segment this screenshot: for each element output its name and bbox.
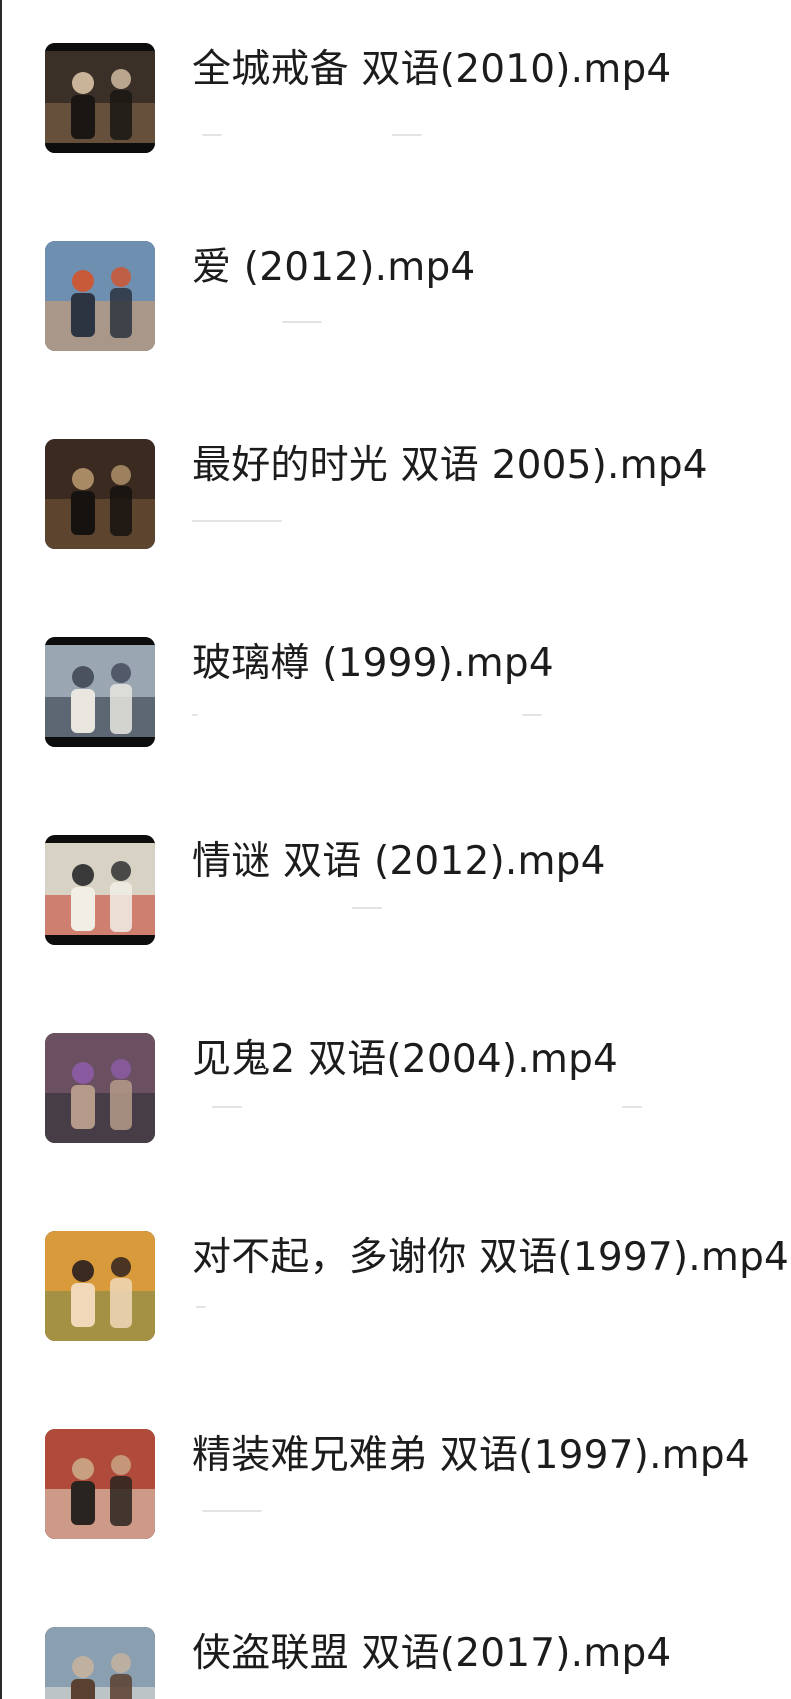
file-name: 情谜 双语 (2012).mp4 xyxy=(192,839,606,884)
video-thumbnail[interactable] xyxy=(45,1033,155,1143)
file-meta xyxy=(192,321,442,324)
file-meta xyxy=(192,1306,442,1309)
file-meta xyxy=(192,714,542,717)
file-row[interactable]: 情谜 双语 (2012).mp4 xyxy=(0,817,791,957)
file-row[interactable]: 全城戒备 双语(2010).mp4 xyxy=(0,25,791,165)
video-thumbnail[interactable] xyxy=(45,637,155,747)
video-thumbnail[interactable] xyxy=(45,835,155,945)
thumbnail-image xyxy=(45,1429,155,1539)
file-row[interactable]: 见鬼2 双语(2004).mp4 xyxy=(0,1015,791,1155)
thumbnail-image xyxy=(45,835,155,945)
thumbnail-image xyxy=(45,1231,155,1341)
file-name: 爱 (2012).mp4 xyxy=(192,245,476,290)
file-name: 侠盗联盟 双语(2017).mp4 xyxy=(192,1631,672,1676)
file-name: 精装难兄难弟 双语(1997).mp4 xyxy=(192,1433,750,1478)
video-thumbnail[interactable] xyxy=(45,1429,155,1539)
thumbnail-image xyxy=(45,637,155,747)
file-row[interactable]: 精装难兄难弟 双语(1997).mp4 xyxy=(0,1411,791,1551)
file-name: 见鬼2 双语(2004).mp4 xyxy=(192,1037,619,1082)
thumbnail-image xyxy=(45,1627,155,1699)
file-meta xyxy=(192,1510,442,1513)
file-row[interactable]: 侠盗联盟 双语(2017).mp4 xyxy=(0,1609,791,1699)
video-thumbnail[interactable] xyxy=(45,1627,155,1699)
file-name: 对不起，多谢你 双语(1997).mp4 xyxy=(192,1235,790,1280)
file-name: 全城戒备 双语(2010).mp4 xyxy=(192,47,672,92)
video-thumbnail[interactable] xyxy=(45,241,155,351)
video-thumbnail[interactable] xyxy=(45,43,155,153)
file-row[interactable]: 爱 (2012).mp4 xyxy=(0,223,791,363)
file-name: 最好的时光 双语 2005).mp4 xyxy=(192,443,708,488)
file-row[interactable]: 对不起，多谢你 双语(1997).mp4 xyxy=(0,1213,791,1353)
file-meta xyxy=(192,520,442,523)
file-row[interactable]: 最好的时光 双语 2005).mp4 xyxy=(0,421,791,561)
video-thumbnail[interactable] xyxy=(45,439,155,549)
file-meta xyxy=(192,1106,642,1109)
video-thumbnail[interactable] xyxy=(45,1231,155,1341)
file-meta xyxy=(192,907,442,910)
thumbnail-image xyxy=(45,241,155,351)
thumbnail-image xyxy=(45,43,155,153)
file-meta xyxy=(192,134,442,137)
file-name: 玻璃樽 (1999).mp4 xyxy=(192,641,554,686)
file-list: 全城戒备 双语(2010).mp4 爱 (2012).mp4 最好的时光 双语 … xyxy=(0,0,791,1699)
thumbnail-image xyxy=(45,439,155,549)
file-row[interactable]: 玻璃樽 (1999).mp4 xyxy=(0,619,791,759)
thumbnail-image xyxy=(45,1033,155,1143)
